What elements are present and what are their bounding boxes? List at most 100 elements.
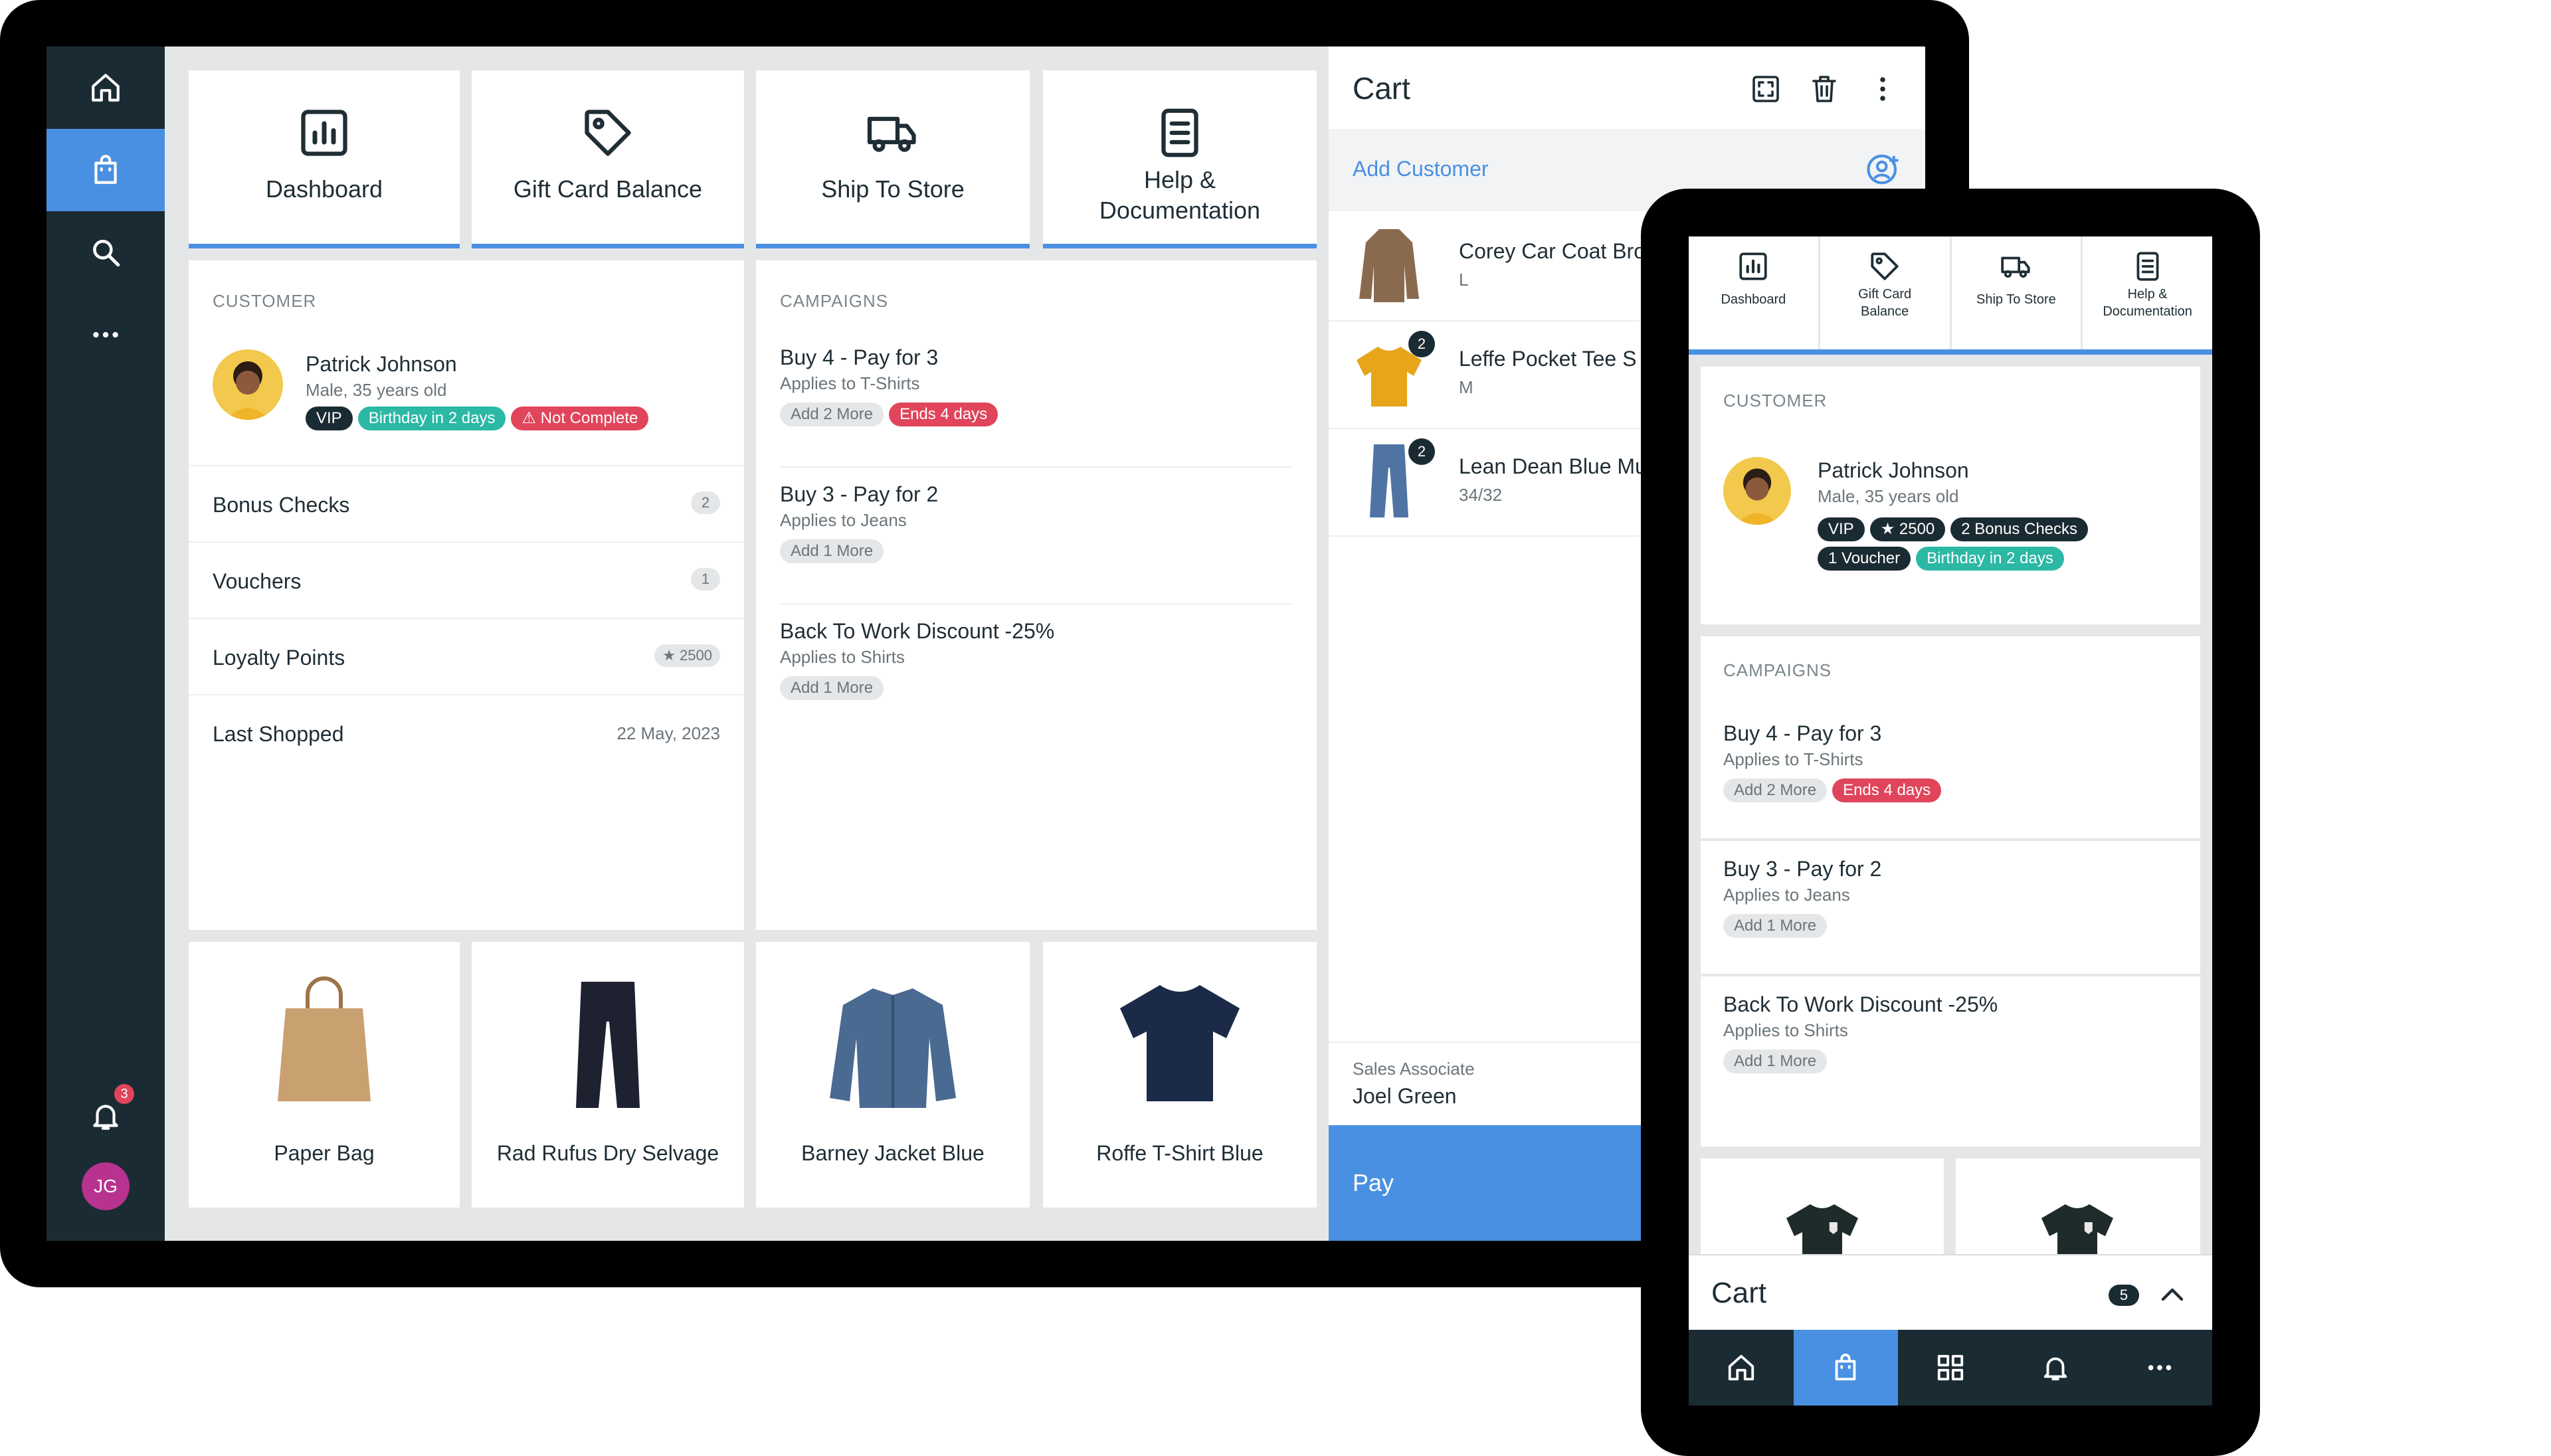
product-card[interactable]: [1956, 1158, 2200, 1274]
tile-help-documentation[interactable]: Help & Documentation: [2083, 236, 2212, 349]
campaign-subtitle: Applies to Shirts: [1723, 1020, 1848, 1040]
campaign-item[interactable]: Buy 4 - Pay for 3 Applies to T-Shirts Ad…: [1701, 708, 2200, 841]
tile-label: Gift Card Balance: [1858, 287, 1912, 319]
product-card[interactable]: Rad Rufus Dry Selvage: [472, 942, 744, 1208]
product-image: [1043, 975, 1317, 1121]
campaign-item[interactable]: Buy 3 - Pay for 2 Applies to Jeans Add 1…: [1701, 844, 2200, 976]
customer-row-loyalty-points[interactable]: Loyalty Points ★ 2500: [189, 618, 744, 695]
tile-gift-card-balance[interactable]: Gift Card Balance: [1820, 236, 1952, 349]
home-icon: [1728, 1354, 1754, 1381]
nav-grid[interactable]: [1898, 1330, 2003, 1406]
product-card[interactable]: [1701, 1158, 1944, 1274]
bonus-checks-badge: 2 Bonus Checks: [1950, 517, 2089, 541]
product-card[interactable]: Barney Jacket Blue: [756, 942, 1030, 1208]
campaign-title: Buy 3 - Pay for 2: [780, 482, 939, 506]
campaign-item[interactable]: Buy 4 - Pay for 3 Applies to T-Shirts Ad…: [756, 332, 1317, 469]
voucher-badge: 1 Voucher: [1818, 547, 1911, 571]
nav-shop[interactable]: [1793, 1330, 1899, 1406]
nav-notifications[interactable]: [2003, 1330, 2108, 1406]
add-more-badge: Add 1 More: [1723, 914, 1828, 938]
notifications-button[interactable]: [47, 1075, 165, 1157]
row-label: Bonus Checks: [213, 493, 350, 517]
ends-badge: Ends 4 days: [889, 403, 998, 426]
product-label: Paper Bag: [274, 1141, 375, 1165]
campaign-subtitle: Applies to Shirts: [780, 647, 905, 667]
tile-dashboard[interactable]: Dashboard: [189, 70, 460, 248]
trash-icon[interactable]: [1808, 73, 1840, 105]
search-button[interactable]: [47, 211, 165, 294]
tile-help-documentation[interactable]: Help & Documentation: [1043, 70, 1317, 248]
chevron-up-icon[interactable]: [2156, 1279, 2188, 1311]
birthday-badge: Birthday in 2 days: [1916, 547, 2064, 571]
document-icon: [2136, 252, 2159, 281]
cart-bar-label: Cart: [1711, 1277, 1767, 1309]
cart-item-name: Lean Dean Blue Mu: [1459, 454, 1647, 478]
tag-icon: [585, 110, 631, 156]
customer-details: Male, 35 years old: [1818, 486, 1959, 506]
tile-ship-to-store[interactable]: Ship To Store: [1952, 236, 2083, 349]
home-button[interactable]: [47, 46, 165, 129]
tile-label: Help & Documentation: [2103, 287, 2192, 319]
product-label: Roffe T-Shirt Blue: [1096, 1141, 1264, 1165]
customer-row-bonus-checks[interactable]: Bonus Checks 2: [189, 465, 744, 543]
customer-details: Male, 35 years old: [306, 380, 447, 400]
campaign-title: Buy 4 - Pay for 3: [1723, 721, 1882, 745]
customer-badges: VIP Birthday in 2 days ⚠ Not Complete: [306, 407, 654, 430]
product-image: [756, 975, 1030, 1121]
product-card[interactable]: Roffe T-Shirt Blue: [1043, 942, 1317, 1208]
phone-device: Dashboard Gift Card Balance Ship To Store…: [1641, 189, 2260, 1456]
user-avatar[interactable]: JG: [82, 1162, 130, 1210]
cart-item-variant: 34/32: [1459, 485, 1503, 505]
row-label: Last Shopped: [213, 722, 344, 746]
kebab-menu-icon[interactable]: [1867, 73, 1899, 105]
tile-ship-to-store[interactable]: Ship To Store: [756, 70, 1030, 248]
notification-badge: 3: [114, 1084, 134, 1104]
customer-avatar: [1723, 457, 1791, 525]
tile-gift-card-balance[interactable]: Gift Card Balance: [472, 70, 744, 248]
campaign-subtitle: Applies to T-Shirts: [1723, 749, 1863, 769]
tile-label: Ship To Store: [1976, 292, 2056, 307]
nav-rail: 3 JG: [47, 46, 165, 1241]
add-more-badge: Add 2 More: [780, 403, 884, 426]
section-title: CAMPAIGNS: [1723, 660, 1832, 680]
tile-label: Ship To Store: [821, 175, 965, 203]
customer-avatar: [213, 349, 283, 420]
vip-badge: VIP: [306, 407, 353, 430]
row-count: ★ 2500: [654, 644, 720, 667]
cart-item-variant: L: [1459, 270, 1469, 290]
star-icon: ★: [662, 647, 680, 664]
birthday-badge: Birthday in 2 days: [357, 407, 506, 430]
phone-tiles: Dashboard Gift Card Balance Ship To Store…: [1689, 236, 2212, 355]
cart-bar[interactable]: Cart 5: [1689, 1254, 2212, 1331]
campaign-title: Buy 3 - Pay for 2: [1723, 857, 1882, 881]
campaign-item[interactable]: Buy 3 - Pay for 2 Applies to Jeans Add 1…: [756, 469, 1317, 606]
product-card[interactable]: Paper Bag: [189, 942, 460, 1208]
campaign-title: Buy 4 - Pay for 3: [780, 345, 939, 369]
star-icon: ★: [1880, 520, 1899, 538]
row-value: 22 May, 2023: [616, 723, 720, 743]
shop-button[interactable]: [47, 129, 165, 211]
add-more-badge: Add 1 More: [1723, 1049, 1828, 1073]
customer-row-vouchers[interactable]: Vouchers 1: [189, 541, 744, 619]
points-badge: ★ 2500: [1869, 517, 1946, 541]
cart-item-name: Corey Car Coat Bro: [1459, 239, 1646, 263]
row-label: Vouchers: [213, 569, 302, 593]
campaign-item[interactable]: Back To Work Discount -25% Applies to Sh…: [1701, 979, 2200, 1112]
add-more-badge: Add 1 More: [780, 676, 884, 700]
truck-icon: [2001, 256, 2030, 278]
campaign-item[interactable]: Back To Work Discount -25% Applies to Sh…: [756, 606, 1317, 743]
scan-icon[interactable]: [1750, 73, 1782, 105]
bottom-nav: [1689, 1330, 2212, 1406]
nav-home[interactable]: [1689, 1330, 1794, 1406]
divider: [1701, 838, 2200, 841]
add-user-icon: [1867, 154, 1899, 185]
ends-badge: Ends 4 days: [1832, 778, 1942, 802]
tile-dashboard[interactable]: Dashboard: [1689, 236, 1820, 349]
tile-label: Dashboard: [1721, 292, 1786, 307]
customer-panel: CUSTOMER Patrick Johnson Male, 35 years …: [189, 260, 744, 930]
document-icon: [1161, 108, 1198, 157]
more-button[interactable]: [47, 294, 165, 376]
cart-item-variant: M: [1459, 377, 1473, 397]
campaign-subtitle: Applies to T-Shirts: [780, 373, 920, 393]
nav-more[interactable]: [2107, 1330, 2212, 1406]
